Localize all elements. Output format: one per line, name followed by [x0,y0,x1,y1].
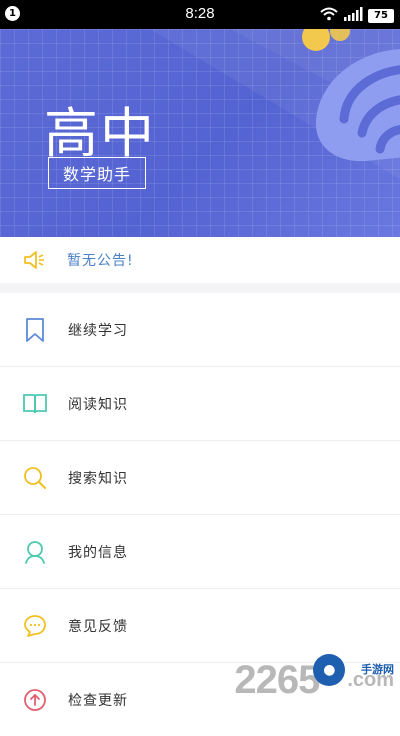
battery-icon: 75 [368,8,394,23]
menu-item-label: 我的信息 [68,544,128,561]
upload-icon [22,687,48,713]
status-bar: 1 8:28 75 [0,0,400,29]
menu-item-read-knowledge[interactable]: 阅读知识 [0,367,400,441]
signal-icon [343,6,363,25]
announcement-bar[interactable]: 暂无公告! [0,237,400,283]
monstera-leaf-icon [296,29,400,173]
watermark-text: 2265 [234,658,320,702]
menu-item-label: 搜索知识 [68,470,128,487]
header-banner: 高中 数学助手 [0,29,400,237]
app-subtitle: 数学助手 [48,157,146,189]
menu-item-label: 阅读知识 [68,396,128,413]
wifi-icon [320,6,338,25]
megaphone-icon [22,249,46,275]
menu-item-search-knowledge[interactable]: 搜索知识 [0,441,400,515]
menu-item-continue-study[interactable]: 继续学习 [0,293,400,367]
watermark-badge: ● [313,653,346,686]
bookmark-icon [22,317,48,343]
chat-icon [22,613,48,639]
book-icon [22,391,48,417]
search-icon [22,465,48,491]
menu-item-my-info[interactable]: 我的信息 [0,515,400,589]
menu-item-label: 继续学习 [68,322,128,339]
announcement-text: 暂无公告! [67,253,134,269]
menu-item-label: 检查更新 [68,692,128,709]
user-icon [22,539,48,565]
watermark-subtext: 手游网 [361,663,394,676]
menu-item-feedback[interactable]: 意见反馈 [0,589,400,663]
menu-item-label: 意见反馈 [68,618,128,635]
